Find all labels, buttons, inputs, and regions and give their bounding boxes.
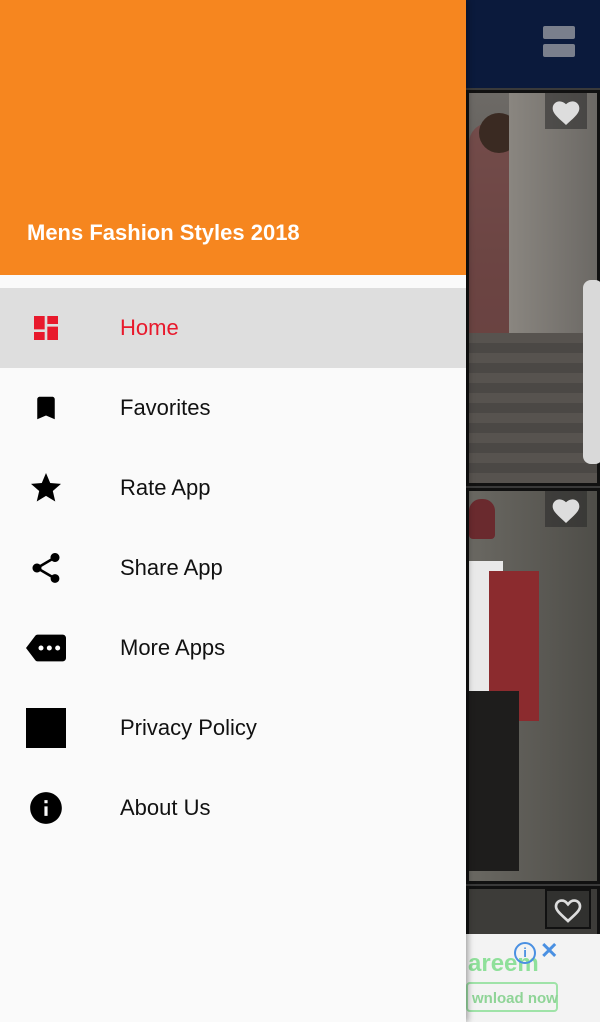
- menu-item-more-apps[interactable]: More Apps: [0, 608, 466, 688]
- favorite-heart-icon[interactable]: [545, 889, 591, 929]
- scrollbar-handle[interactable]: [583, 280, 600, 464]
- photo-card[interactable]: [466, 90, 600, 486]
- more-tag-icon: [26, 628, 66, 668]
- favorite-heart-icon[interactable]: [545, 491, 587, 527]
- menu-label: Share App: [120, 555, 223, 580]
- dashboard-icon: [26, 308, 66, 348]
- menu-label: Home: [120, 315, 179, 340]
- bookmark-icon: [26, 388, 66, 428]
- menu-icon[interactable]: [543, 26, 575, 58]
- share-icon: [26, 548, 66, 588]
- drawer-menu: Home Favorites Rate App Share App More A: [0, 288, 466, 848]
- menu-label: More Apps: [120, 635, 226, 660]
- navigation-drawer: Mens Fashion Styles 2018 Home Favorites …: [0, 0, 466, 1022]
- ad-banner[interactable]: areem wnload now i ✕: [466, 934, 600, 1022]
- menu-item-rate-app[interactable]: Rate App: [0, 448, 466, 528]
- favorite-heart-icon[interactable]: [545, 93, 587, 129]
- star-icon: [26, 468, 66, 508]
- menu-item-share-app[interactable]: Share App: [0, 528, 466, 608]
- menu-label: Rate App: [120, 475, 211, 500]
- drawer-title: Mens Fashion Styles 2018: [27, 220, 300, 245]
- drawer-header: Mens Fashion Styles 2018: [0, 0, 466, 275]
- menu-item-about-us[interactable]: About Us: [0, 768, 466, 848]
- menu-label: Privacy Policy: [120, 715, 257, 740]
- info-icon: [26, 788, 66, 828]
- menu-item-favorites[interactable]: Favorites: [0, 368, 466, 448]
- ad-info-icon[interactable]: i: [514, 942, 536, 964]
- menu-label: About Us: [120, 795, 211, 820]
- menu-item-privacy-policy[interactable]: Privacy Policy: [0, 688, 466, 768]
- ad-close-icon[interactable]: ✕: [540, 938, 558, 964]
- menu-item-home[interactable]: Home: [0, 288, 466, 368]
- ad-download-button[interactable]: wnload now: [466, 982, 558, 1012]
- privacy-square-icon: [26, 708, 66, 748]
- photo-card[interactable]: [466, 488, 600, 884]
- menu-label: Favorites: [120, 395, 211, 420]
